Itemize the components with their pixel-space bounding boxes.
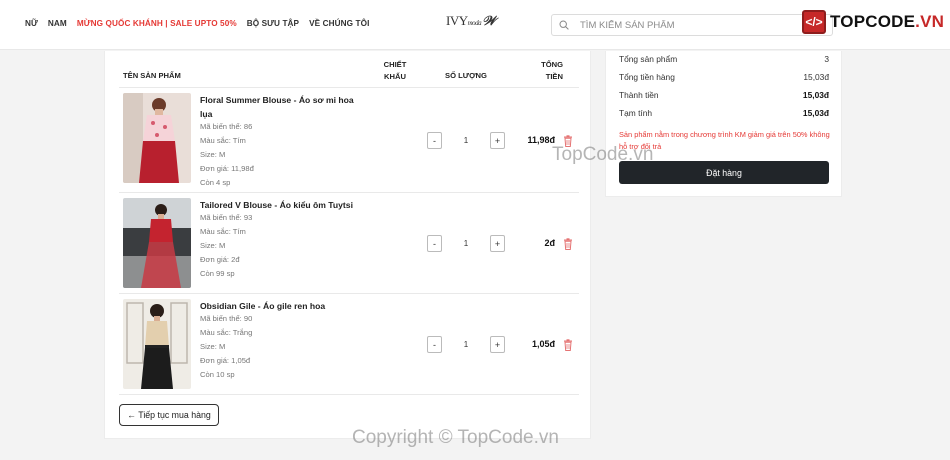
- decrease-button[interactable]: -: [427, 132, 442, 149]
- quantity-value[interactable]: 1: [442, 235, 490, 252]
- summary-label: Tổng sản phẩm: [619, 54, 678, 64]
- product-name[interactable]: Floral Summer Blouse - Áo sơ mi hoa lụa: [200, 93, 360, 121]
- summary-row: Tổng tiền hàng 15,03đ: [619, 72, 829, 82]
- product-image[interactable]: [123, 198, 191, 288]
- header-total-line1: TỔNG: [541, 60, 563, 69]
- increase-button[interactable]: +: [490, 132, 505, 149]
- increase-button[interactable]: +: [490, 235, 505, 252]
- nav-item-sale[interactable]: MỪNG QUỐC KHÁNH | SALE UPTO 50%: [77, 19, 237, 28]
- summary-value: 15,03đ: [802, 108, 829, 118]
- search-box: [551, 14, 833, 36]
- product-size: Size: M: [200, 342, 226, 351]
- product-color: Màu sắc: Trắng: [200, 328, 253, 337]
- cart-item: Obsidian Gile - Áo gile ren hoa Mã biến …: [105, 293, 592, 393]
- cart-item: Tailored V Blouse - Áo kiểu ôm Tuytsi Mã…: [105, 192, 592, 292]
- trash-icon[interactable]: [563, 238, 573, 250]
- nav-item-collection[interactable]: BỘ SƯU TẬP: [247, 19, 299, 28]
- cart-item: Floral Summer Blouse - Áo sơ mi hoa lụa …: [105, 87, 592, 187]
- brand-prefix: TOPCODE: [830, 12, 916, 31]
- promo-note: Sản phẩm nằm trong chương trình KM giảm …: [619, 130, 830, 151]
- quantity-value[interactable]: 1: [442, 132, 490, 149]
- product-name[interactable]: Obsidian Gile - Áo gile ren hoa: [200, 299, 360, 313]
- place-order-button[interactable]: Đặt hàng: [619, 161, 829, 184]
- summary-value: 15,03đ: [802, 90, 829, 100]
- logo-text: IVY: [446, 13, 468, 28]
- quantity-stepper: - 1 +: [427, 235, 505, 252]
- main-nav: NỮ NAM MỪNG QUỐC KHÁNH | SALE UPTO 50% B…: [25, 19, 369, 28]
- summary-row: Tạm tính 15,03đ: [619, 108, 829, 118]
- product-name[interactable]: Tailored V Blouse - Áo kiểu ôm Tuytsi: [200, 198, 360, 212]
- quantity-stepper: - 1 +: [427, 336, 505, 353]
- divider: [119, 394, 579, 395]
- topcode-brand: </> TOPCODE.VN: [802, 10, 944, 34]
- product-variant: Mã biến thể: 93: [200, 213, 253, 222]
- header-quantity: SỐ LƯỢNG: [445, 71, 487, 80]
- product-color: Màu sắc: Tím: [200, 227, 246, 236]
- logo-mark-icon: 𝒲: [482, 13, 496, 28]
- product-stock: Còn 4 sp: [200, 178, 231, 187]
- page: NỮ NAM MỪNG QUỐC KHÁNH | SALE UPTO 50% B…: [0, 0, 950, 460]
- search-input[interactable]: [580, 18, 820, 33]
- product-image[interactable]: [123, 299, 191, 389]
- logo-sub: moda: [467, 19, 482, 27]
- summary-label: Tạm tính: [619, 108, 653, 118]
- product-variant: Mã biến thể: 90: [200, 314, 253, 323]
- product-unit-price: Đơn giá: 1,05đ: [200, 356, 251, 365]
- brand-suffix: .VN: [915, 12, 945, 31]
- header-discount-line1: CHIẾT: [383, 60, 407, 69]
- order-summary: Tổng sản phẩm 3 Tổng tiền hàng 15,03đ Th…: [605, 51, 842, 197]
- product-stock: Còn 10 sp: [200, 370, 235, 379]
- header-discount: CHIẾT KHẤU: [377, 59, 413, 83]
- product-image[interactable]: [123, 93, 191, 183]
- trash-icon[interactable]: [563, 339, 573, 351]
- decrease-button[interactable]: -: [427, 235, 442, 252]
- summary-row: Tổng sản phẩm 3: [619, 54, 829, 64]
- header-product: TÊN SẢN PHẨM: [123, 71, 181, 80]
- summary-row: Thành tiền 15,03đ: [619, 90, 829, 100]
- trash-icon[interactable]: [563, 135, 573, 147]
- site-logo[interactable]: IVYmoda𝒲: [446, 13, 496, 29]
- search-icon: [559, 20, 569, 30]
- nav-item-men[interactable]: NAM: [48, 19, 67, 28]
- product-unit-price: Đơn giá: 2đ: [200, 255, 240, 264]
- quantity-stepper: - 1 +: [427, 132, 505, 149]
- item-total: 2đ: [544, 238, 555, 248]
- nav-item-women[interactable]: NỮ: [25, 19, 38, 28]
- header-discount-line2: KHẤU: [384, 72, 406, 81]
- summary-value: 3: [824, 54, 829, 64]
- nav-item-about[interactable]: VỀ CHÚNG TÔI: [309, 19, 369, 28]
- decrease-button[interactable]: -: [427, 336, 442, 353]
- product-size: Size: M: [200, 150, 226, 159]
- quantity-value[interactable]: 1: [442, 336, 490, 353]
- product-size: Size: M: [200, 241, 226, 250]
- product-variant: Mã biến thể: 86: [200, 122, 253, 131]
- header-total-line2: TIỀN: [545, 72, 563, 81]
- product-color: Màu sắc: Tím: [200, 136, 246, 145]
- header-total: TỔNG TIỀN: [523, 59, 563, 83]
- topcode-logo-icon: </>: [802, 10, 826, 34]
- product-unit-price: Đơn giá: 11,98đ: [200, 164, 254, 173]
- product-stock: Còn 99 sp: [200, 269, 235, 278]
- increase-button[interactable]: +: [490, 336, 505, 353]
- cart-panel: TÊN SẢN PHẨM CHIẾT KHẤU SỐ LƯỢNG TỔNG TI…: [104, 51, 591, 439]
- summary-label: Thành tiền: [619, 90, 659, 100]
- site-header: NỮ NAM MỪNG QUỐC KHÁNH | SALE UPTO 50% B…: [0, 0, 950, 50]
- continue-shopping-button[interactable]: ← Tiếp tục mua hàng: [119, 404, 219, 426]
- summary-value: 15,03đ: [803, 72, 829, 82]
- summary-label: Tổng tiền hàng: [619, 72, 675, 82]
- item-total: 11,98đ: [527, 135, 555, 145]
- item-total: 1,05đ: [531, 339, 555, 349]
